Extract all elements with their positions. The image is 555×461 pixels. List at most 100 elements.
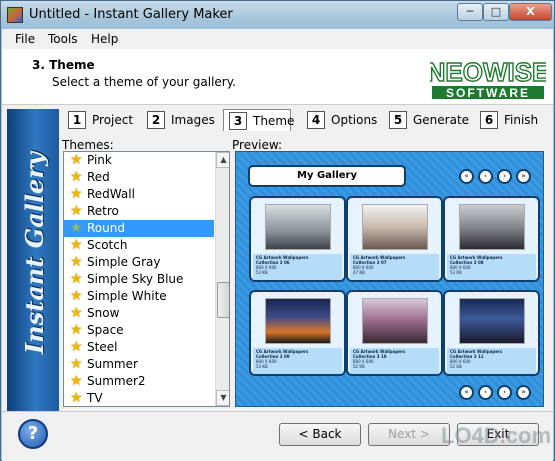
lo4d-watermark: LO4D.com [441, 423, 552, 448]
caption-size: 53 KB [256, 270, 268, 275]
theme-name: Red [87, 170, 110, 184]
theme-list-item[interactable]: ★ Red [64, 169, 214, 186]
window-title: Untitled - Instant Gallery Maker [29, 7, 233, 22]
tab-options[interactable]: 4 Options [307, 109, 379, 131]
app-icon [7, 7, 23, 23]
theme-name: RedWall [87, 187, 135, 201]
star-icon: ★ [70, 373, 83, 389]
tab-images[interactable]: 2 Images [147, 109, 217, 131]
back-button[interactable]: < Back [279, 423, 361, 446]
theme-name: Pink [87, 153, 112, 167]
theme-name: Steel [87, 340, 118, 354]
next-button[interactable]: Next > [368, 423, 450, 446]
preview-first-icon: « [459, 385, 474, 400]
tab-label: Generate [413, 113, 470, 127]
star-icon: ★ [70, 203, 83, 219]
star-icon: ★ [70, 169, 83, 185]
preview-last-icon: » [516, 385, 531, 400]
sidebar-title: Instant Gallery Maker [20, 152, 49, 354]
theme-list-item[interactable]: ★ Steel [64, 339, 214, 356]
caption-size: 53 KB [256, 364, 268, 369]
theme-list-item[interactable]: ★ Retro [64, 203, 214, 220]
thumbnail-image [265, 298, 331, 344]
menu-tools[interactable]: Tools [48, 32, 78, 46]
theme-list[interactable]: ★ Pink ★ Red ★ RedWall ★ Retro ★ Round ★ Scotch ★ Sim… [63, 151, 230, 407]
tab-label: Theme [253, 114, 295, 128]
theme-list-item[interactable]: ★ Summer [64, 356, 214, 373]
scrollbar-thumb[interactable] [217, 282, 229, 318]
thumbnail-image [362, 298, 428, 344]
theme-name: Summer [87, 357, 138, 371]
tab-label: Options [331, 113, 378, 127]
close-button[interactable]: X [509, 3, 552, 21]
theme-list-item[interactable]: ★ Space [64, 322, 214, 339]
preview-thumbnail: CG Artwork Wallpapers Collection 3 07 800 … [346, 196, 443, 282]
thumbnail-caption: CG Artwork Wallpapers Collection 3 11 800 … [447, 348, 536, 374]
caption-size: 53 KB [450, 270, 462, 275]
themes-label: Themes: [62, 138, 114, 152]
list-scrollbar[interactable]: ▲ ▼ [215, 152, 229, 406]
maximize-button[interactable]: □ [483, 3, 509, 21]
theme-name: Round [87, 221, 125, 235]
thumbnail-caption: CG Artwork Wallpapers Collection 3 06 800 … [253, 254, 342, 280]
preview-prev-icon: ‹ [478, 385, 493, 400]
theme-list-item[interactable]: ★ TV [64, 390, 214, 406]
logo-line1: NEOWISE [430, 57, 546, 87]
scroll-up-arrow-icon[interactable]: ▲ [216, 152, 229, 168]
star-icon: ★ [70, 322, 83, 338]
star-icon: ★ [70, 237, 83, 253]
tab-finish[interactable]: 6 Finish [480, 109, 546, 131]
tab-number: 6 [480, 111, 498, 129]
caption-size: 52 KB [353, 364, 365, 369]
scroll-down-arrow-icon[interactable]: ▼ [216, 390, 229, 406]
title-bar[interactable]: Untitled - Instant Gallery Maker ─ □ X [1, 1, 554, 29]
tab-theme[interactable]: 3 Theme [223, 109, 295, 131]
thumbnail-image [459, 298, 525, 344]
theme-list-item[interactable]: ★ Pink [64, 152, 214, 169]
menu-help[interactable]: Help [91, 32, 118, 46]
sidebar-banner: Instant Gallery Maker [7, 109, 59, 411]
theme-list-item[interactable]: ★ Simple Gray [64, 254, 214, 271]
caption-size: 52 KB [450, 364, 462, 369]
theme-list-item[interactable]: ★ Summer2 [64, 373, 214, 390]
theme-name: Snow [87, 306, 120, 320]
theme-list-item[interactable]: ★ Scotch [64, 237, 214, 254]
theme-list-item[interactable]: ★ Snow [64, 305, 214, 322]
tab-number: 3 [229, 112, 247, 130]
theme-list-item[interactable]: ★ Simple Sky Blue [64, 271, 214, 288]
theme-preview: My Gallery « ‹ › » CG Artwork Wallpapers… [235, 151, 544, 407]
theme-name: TV [87, 391, 103, 405]
tab-number: 1 [68, 111, 86, 129]
theme-list-item[interactable]: ★ Round [64, 220, 214, 237]
theme-name: Scotch [87, 238, 128, 252]
preview-gallery-title: My Gallery [248, 165, 406, 187]
help-icon[interactable]: ? [18, 419, 48, 449]
menu-bar: File Tools Help [2, 29, 553, 49]
preview-thumbnail: CG Artwork Wallpapers Collection 3 06 800 … [249, 196, 346, 282]
thumbnail-image [265, 204, 331, 250]
theme-name: Space [87, 323, 124, 337]
step-subtitle: Select a theme of your gallery. [52, 75, 236, 89]
tab-generate[interactable]: 5 Generate [389, 109, 469, 131]
tab-label: Finish [504, 113, 539, 127]
star-icon: ★ [70, 220, 83, 236]
tab-number: 2 [147, 111, 165, 129]
logo-line2: SOFTWARE [446, 86, 530, 100]
theme-name: Retro [87, 204, 119, 218]
caption-size: 47 KB [353, 270, 365, 275]
thumbnail-caption: CG Artwork Wallpapers Collection 3 07 800 … [350, 254, 439, 280]
star-icon: ★ [70, 390, 83, 406]
theme-list-item[interactable]: ★ RedWall [64, 186, 214, 203]
preview-thumbnail: CG Artwork Wallpapers Collection 3 11 800 … [443, 290, 540, 376]
thumbnail-caption: CG Artwork Wallpapers Collection 3 08 800 … [447, 254, 536, 280]
minimize-button[interactable]: ─ [457, 3, 483, 21]
star-icon: ★ [70, 186, 83, 202]
thumbnail-image [362, 204, 428, 250]
theme-list-item[interactable]: ★ Simple White [64, 288, 214, 305]
theme-name: Summer2 [87, 374, 146, 388]
tab-project[interactable]: 1 Project [68, 109, 138, 131]
thumbnail-image [459, 204, 525, 250]
menu-file[interactable]: File [15, 32, 35, 46]
tab-number: 5 [389, 111, 407, 129]
preview-label: Preview: [232, 138, 283, 152]
